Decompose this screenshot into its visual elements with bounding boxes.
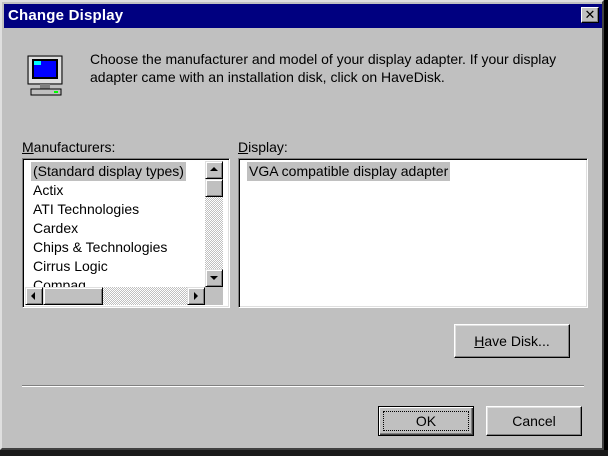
left-arrow-icon <box>31 292 35 300</box>
title-bar: Change Display ✕ <box>4 4 602 28</box>
up-arrow-icon <box>210 167 218 171</box>
manufacturers-listbox[interactable]: (Standard display types) Actix ATI Techn… <box>22 158 230 308</box>
close-button[interactable]: ✕ <box>581 7 599 23</box>
vertical-scroll-thumb[interactable] <box>205 179 223 197</box>
change-display-dialog: Change Display ✕ Choose the manufacturer… <box>0 0 604 450</box>
scroll-right-button[interactable] <box>187 287 205 305</box>
background-strip <box>0 450 608 456</box>
display-item[interactable]: VGA compatible display adapter <box>247 162 451 181</box>
manufacturer-item[interactable]: ATI Technologies <box>31 200 141 219</box>
manufacturers-label-accel: M <box>22 139 34 155</box>
right-arrow-icon <box>194 292 198 300</box>
cancel-label: Cancel <box>512 413 556 429</box>
manufacturer-item[interactable]: Cirrus Logic <box>31 257 110 276</box>
monitor-icon <box>27 55 63 96</box>
focus-rect <box>383 411 469 431</box>
scroll-left-button[interactable] <box>25 287 43 305</box>
display-label-rest: isplay: <box>248 139 288 155</box>
manufacturers-label-rest: anufacturers: <box>33 139 116 155</box>
manufacturers-vertical-scrollbar[interactable] <box>205 161 223 287</box>
separator <box>22 385 584 387</box>
manufacturer-item[interactable]: Chips & Technologies <box>31 238 169 257</box>
manufacturer-item[interactable]: (Standard display types) <box>31 162 186 181</box>
down-arrow-icon <box>210 276 218 280</box>
scroll-down-button[interactable] <box>205 269 223 287</box>
close-icon: ✕ <box>584 7 596 22</box>
cancel-button[interactable]: Cancel <box>486 406 582 436</box>
manufacturer-item[interactable]: Actix <box>31 181 65 200</box>
ok-button[interactable]: OK <box>378 406 474 436</box>
window-title: Change Display <box>8 7 124 24</box>
manufacturer-item[interactable]: Cardex <box>31 219 80 238</box>
have-disk-accel: H <box>474 333 485 349</box>
display-label: Display: <box>238 139 288 155</box>
display-listbox[interactable]: VGA compatible display adapter <box>238 158 588 308</box>
horizontal-scroll-thumb[interactable] <box>43 287 103 305</box>
scroll-up-button[interactable] <box>205 161 223 179</box>
manufacturers-horizontal-scrollbar[interactable] <box>25 287 205 305</box>
scrollbar-corner <box>205 287 223 305</box>
intro-text: Choose the manufacturer and model of you… <box>90 51 557 85</box>
manufacturers-label: Manufacturers: <box>22 139 115 155</box>
have-disk-label: ave Disk... <box>484 333 550 349</box>
have-disk-button[interactable]: Have Disk... <box>454 324 570 358</box>
display-label-accel: D <box>238 139 249 155</box>
